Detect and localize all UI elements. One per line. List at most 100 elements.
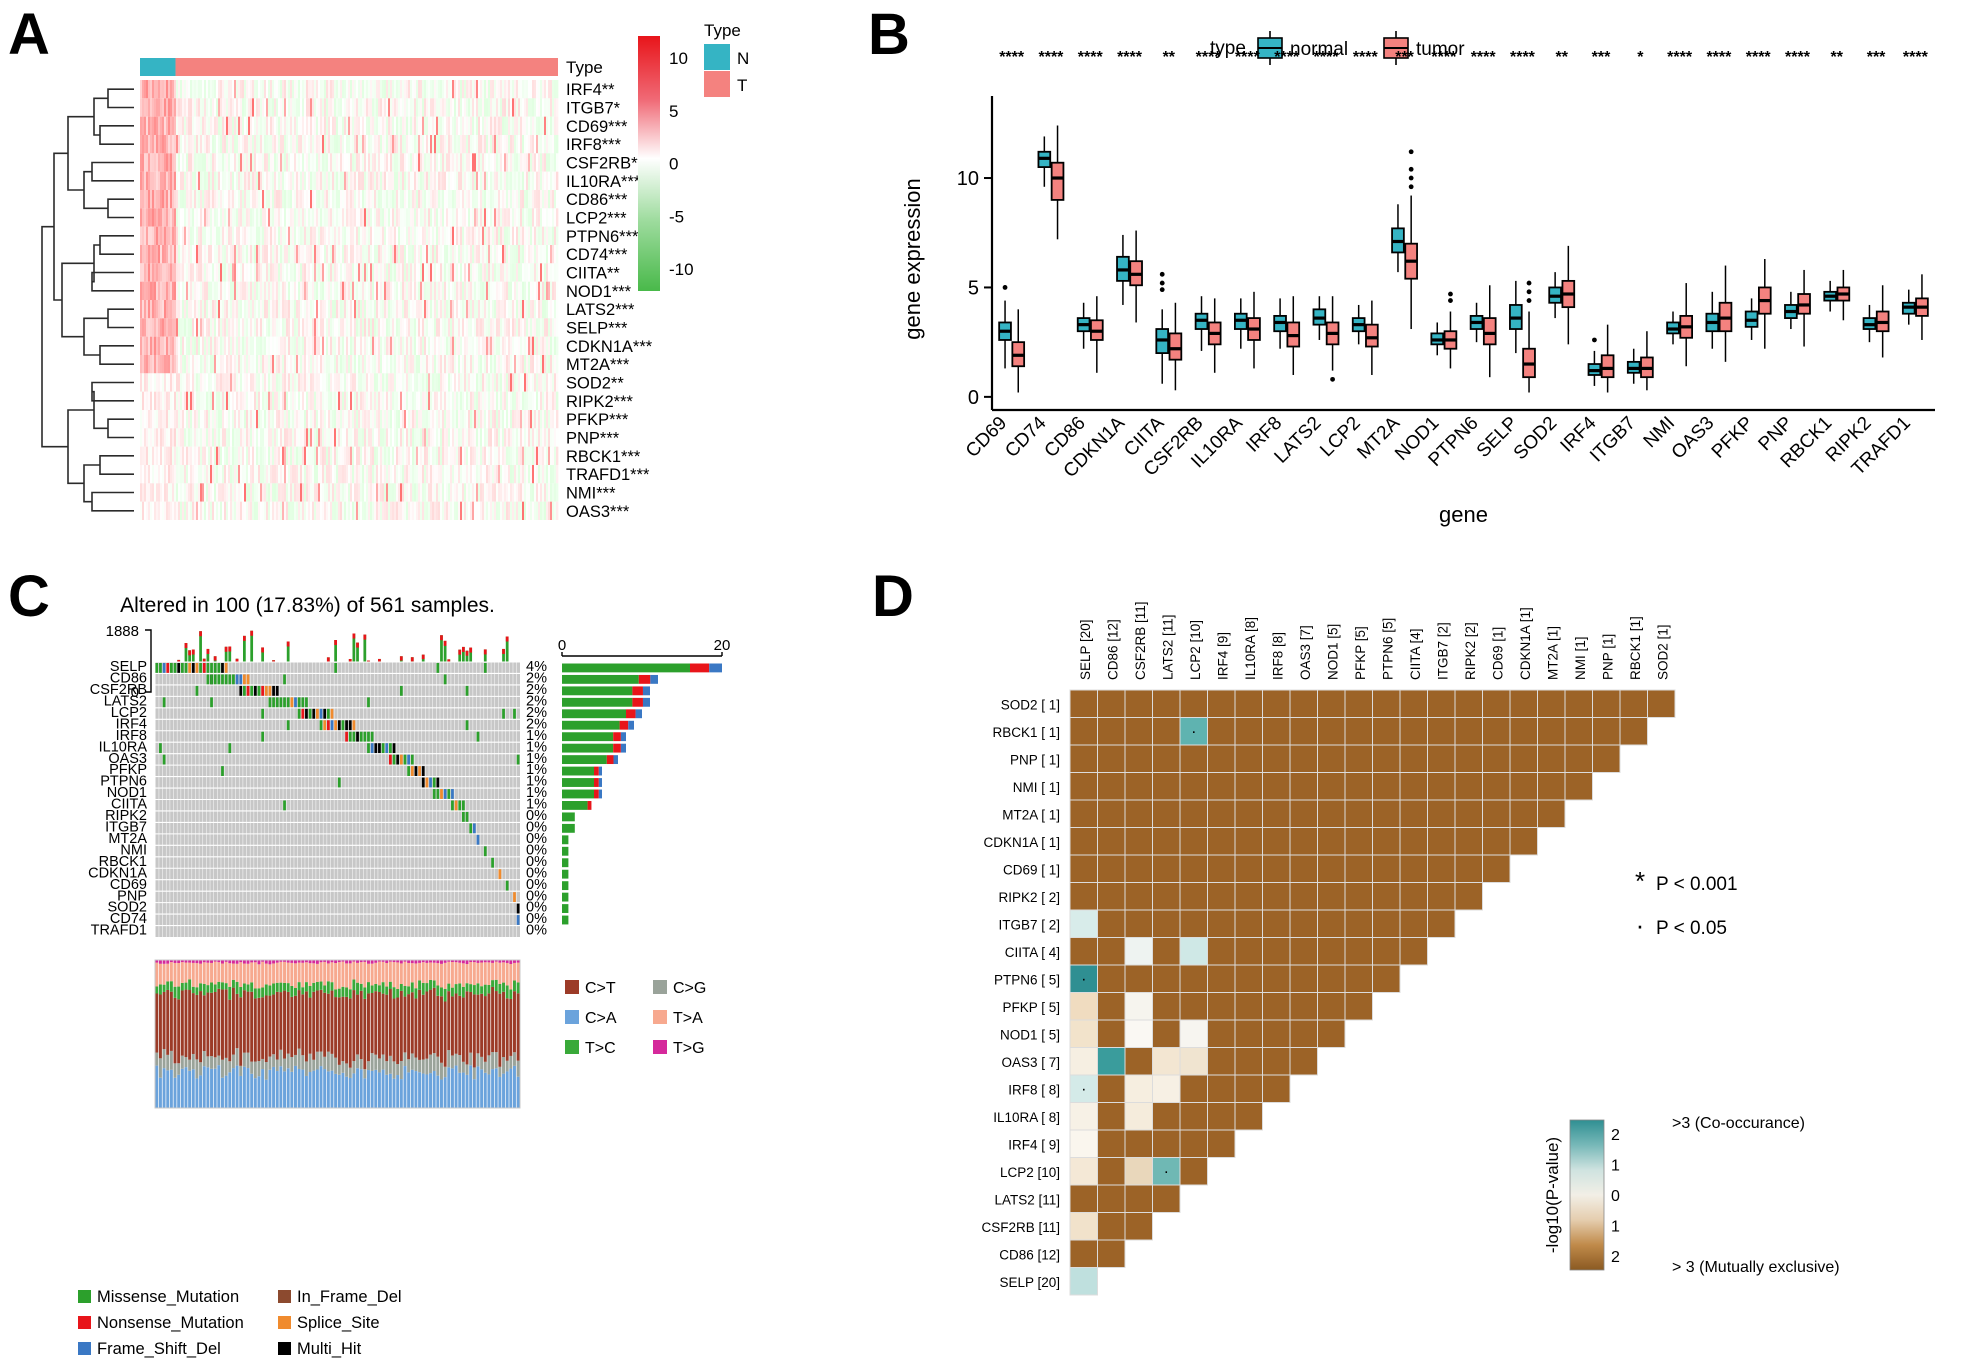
matrix-cell <box>1234 1074 1263 1103</box>
mutation-legend-label: Frame_Shift_Del <box>97 1340 221 1358</box>
matrix-cell <box>1454 744 1483 773</box>
boxplot-box <box>1823 280 1837 312</box>
matrix-cell <box>1124 882 1153 911</box>
matrix-cell <box>1317 964 1346 993</box>
oncoprint-cell <box>345 720 348 731</box>
matrix-cell <box>1124 964 1153 993</box>
oncoprint-cell <box>345 731 348 742</box>
oncoprint-cell <box>243 685 246 696</box>
heatmap-row-label: NOD1*** <box>566 283 632 301</box>
matrix-cell <box>1124 1074 1153 1103</box>
heatmap-row-label: ITGB7* <box>566 100 621 118</box>
matrix-cell <box>1207 1019 1236 1048</box>
matrix-cell <box>1069 717 1098 746</box>
oncoprint-cell <box>213 663 217 673</box>
matrix-cell <box>1097 854 1126 883</box>
matrix-cell <box>1152 799 1181 828</box>
matrix-cell <box>1372 937 1401 966</box>
significance-marker: **** <box>1117 49 1143 66</box>
matrix-cell <box>1482 799 1511 828</box>
boxplot-box <box>1351 304 1366 345</box>
matrix-cell <box>1069 1267 1098 1296</box>
matrix-cell <box>1317 992 1346 1021</box>
pvalue-colorbar-tick: 2 <box>1611 1127 1620 1144</box>
oncoprint-cell <box>367 743 370 754</box>
d-row-label: SELP [20] <box>999 1275 1060 1290</box>
matrix-cell <box>1289 1019 1318 1048</box>
matrix-cell <box>1289 909 1318 938</box>
matrix-cell <box>1289 964 1318 993</box>
matrix-cell <box>1372 744 1401 773</box>
d-col-label: IRF4 [9] <box>1215 632 1230 680</box>
d-row-label: NOD1 [ 5] <box>1000 1027 1060 1042</box>
matrix-cell <box>1372 827 1401 856</box>
heatmap-row-label: LCP2*** <box>566 210 627 228</box>
spectrum-legend-label: T>G <box>673 1040 705 1057</box>
spectrum-legend-swatch <box>653 1040 667 1054</box>
d-row-label: CD86 [12] <box>999 1247 1060 1262</box>
matrix-cell <box>1262 689 1291 718</box>
mutation-legend-swatch <box>278 1290 291 1303</box>
matrix-cell <box>1344 827 1373 856</box>
oncoprint-cell <box>246 685 250 696</box>
oncoprint-cell <box>272 697 275 708</box>
significance-marker: **** <box>1274 49 1300 66</box>
matrix-cell <box>1069 1157 1098 1186</box>
matrix-cell <box>1344 772 1373 801</box>
matrix-cell <box>1262 799 1291 828</box>
significance-marker: **** <box>1667 49 1693 66</box>
d-col-label: MT2A [1] <box>1545 626 1560 680</box>
heatmap-row-label: OAS3*** <box>566 503 630 521</box>
oncoprint-cell <box>392 743 396 754</box>
matrix-cell <box>1152 1129 1181 1158</box>
matrix-cell <box>1124 772 1153 801</box>
heatmap-row-label: SOD2** <box>566 375 624 393</box>
matrix-cell <box>1537 689 1566 718</box>
type-legend-swatch <box>704 71 730 97</box>
oncoprint-cell <box>352 731 356 742</box>
oncoprint-cell <box>286 697 290 708</box>
matrix-cell <box>1097 937 1126 966</box>
matrix-cell <box>1537 799 1566 828</box>
mutation-legend-swatch <box>78 1342 91 1355</box>
matrix-cell <box>1454 717 1483 746</box>
matrix-cell <box>1207 717 1236 746</box>
matrix-cell <box>1289 744 1318 773</box>
matrix-cell <box>1454 799 1483 828</box>
d-row-label: OAS3 [ 7] <box>1001 1055 1060 1070</box>
oncoprint-cell <box>348 731 352 742</box>
oncoprint-cell <box>159 743 162 754</box>
oncoprint-cell <box>279 697 283 708</box>
oncoprint-cell <box>155 663 159 673</box>
matrix-cell <box>1619 717 1648 746</box>
d-col-label: CDKN1A [1] <box>1518 607 1533 680</box>
boxplot-box <box>1312 296 1327 340</box>
oncoprint-cell <box>462 800 465 811</box>
matrix-cell <box>1317 744 1346 773</box>
oncoprint-cell <box>410 754 414 765</box>
oncoprint-cell <box>483 846 487 857</box>
matrix-cell <box>1372 964 1401 993</box>
d-col-label: PFKP [5] <box>1353 626 1368 680</box>
oncoprint-cell <box>436 777 440 788</box>
oncoprint-cell <box>432 777 436 788</box>
matrix-cell <box>1152 909 1181 938</box>
matrix-cell <box>1207 827 1236 856</box>
oncoprint-cell <box>239 685 243 696</box>
y-tick-label: 10 <box>957 168 979 190</box>
matrix-cell <box>1069 1047 1098 1076</box>
oncoprint-cell <box>407 754 410 765</box>
matrix-cell <box>1069 744 1098 773</box>
matrix-cell <box>1097 799 1126 828</box>
mutation-legend-label: In_Frame_Del <box>297 1288 402 1306</box>
matrix-cell <box>1234 1102 1263 1131</box>
oncoprint-cell <box>370 743 374 754</box>
matrix-cell <box>1097 689 1126 718</box>
significance-marker: **** <box>999 49 1025 66</box>
matrix-cell <box>1262 937 1291 966</box>
oncoprint-cell <box>297 697 301 708</box>
matrix-cell <box>1509 717 1538 746</box>
type-annotation-bar <box>140 58 558 76</box>
outlier-point <box>1526 289 1532 295</box>
oncoprint-cell <box>308 708 312 719</box>
